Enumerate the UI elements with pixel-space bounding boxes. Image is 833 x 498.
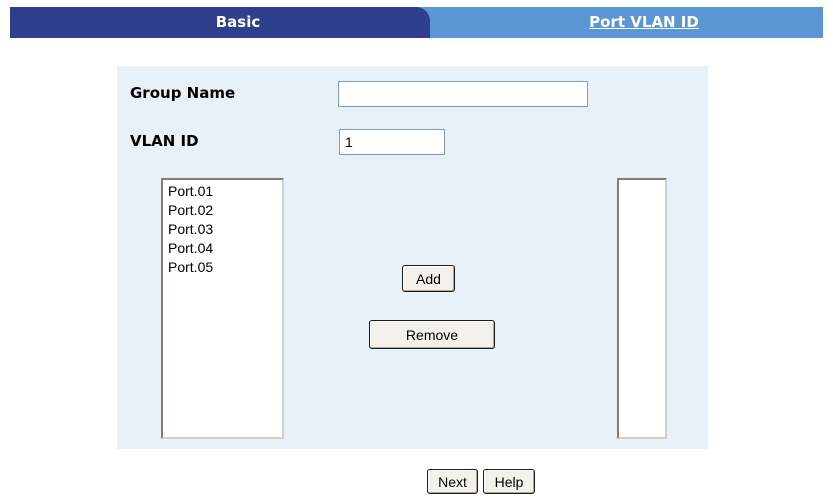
list-item-port-01[interactable]: Port.01: [168, 182, 277, 201]
group-name-input[interactable]: [338, 81, 588, 107]
help-button[interactable]: Help: [483, 469, 535, 494]
vlan-id-input[interactable]: [339, 129, 445, 155]
tab-port-vlan-id-label[interactable]: Port VLAN ID: [589, 13, 699, 31]
list-item-port-02[interactable]: Port.02: [168, 201, 277, 220]
list-item-port-05[interactable]: Port.05: [168, 258, 277, 277]
member-ports-list[interactable]: [617, 178, 667, 439]
vlan-id-label: VLAN ID: [130, 132, 199, 150]
next-button[interactable]: Next: [427, 469, 478, 494]
tab-port-vlan-id[interactable]: Port VLAN ID: [413, 7, 823, 38]
list-item-port-03[interactable]: Port.03: [168, 220, 277, 239]
group-name-label: Group Name: [130, 84, 236, 102]
tab-basic[interactable]: Basic: [10, 7, 430, 38]
tab-basic-label: Basic: [215, 13, 261, 31]
add-button[interactable]: Add: [402, 265, 455, 292]
available-ports-list[interactable]: Port.01 Port.02 Port.03 Port.04 Port.05: [161, 178, 284, 439]
page: Port VLAN ID Basic Group Name VLAN ID Po…: [0, 0, 833, 498]
list-item-port-04[interactable]: Port.04: [168, 239, 277, 258]
remove-button[interactable]: Remove: [369, 320, 495, 349]
